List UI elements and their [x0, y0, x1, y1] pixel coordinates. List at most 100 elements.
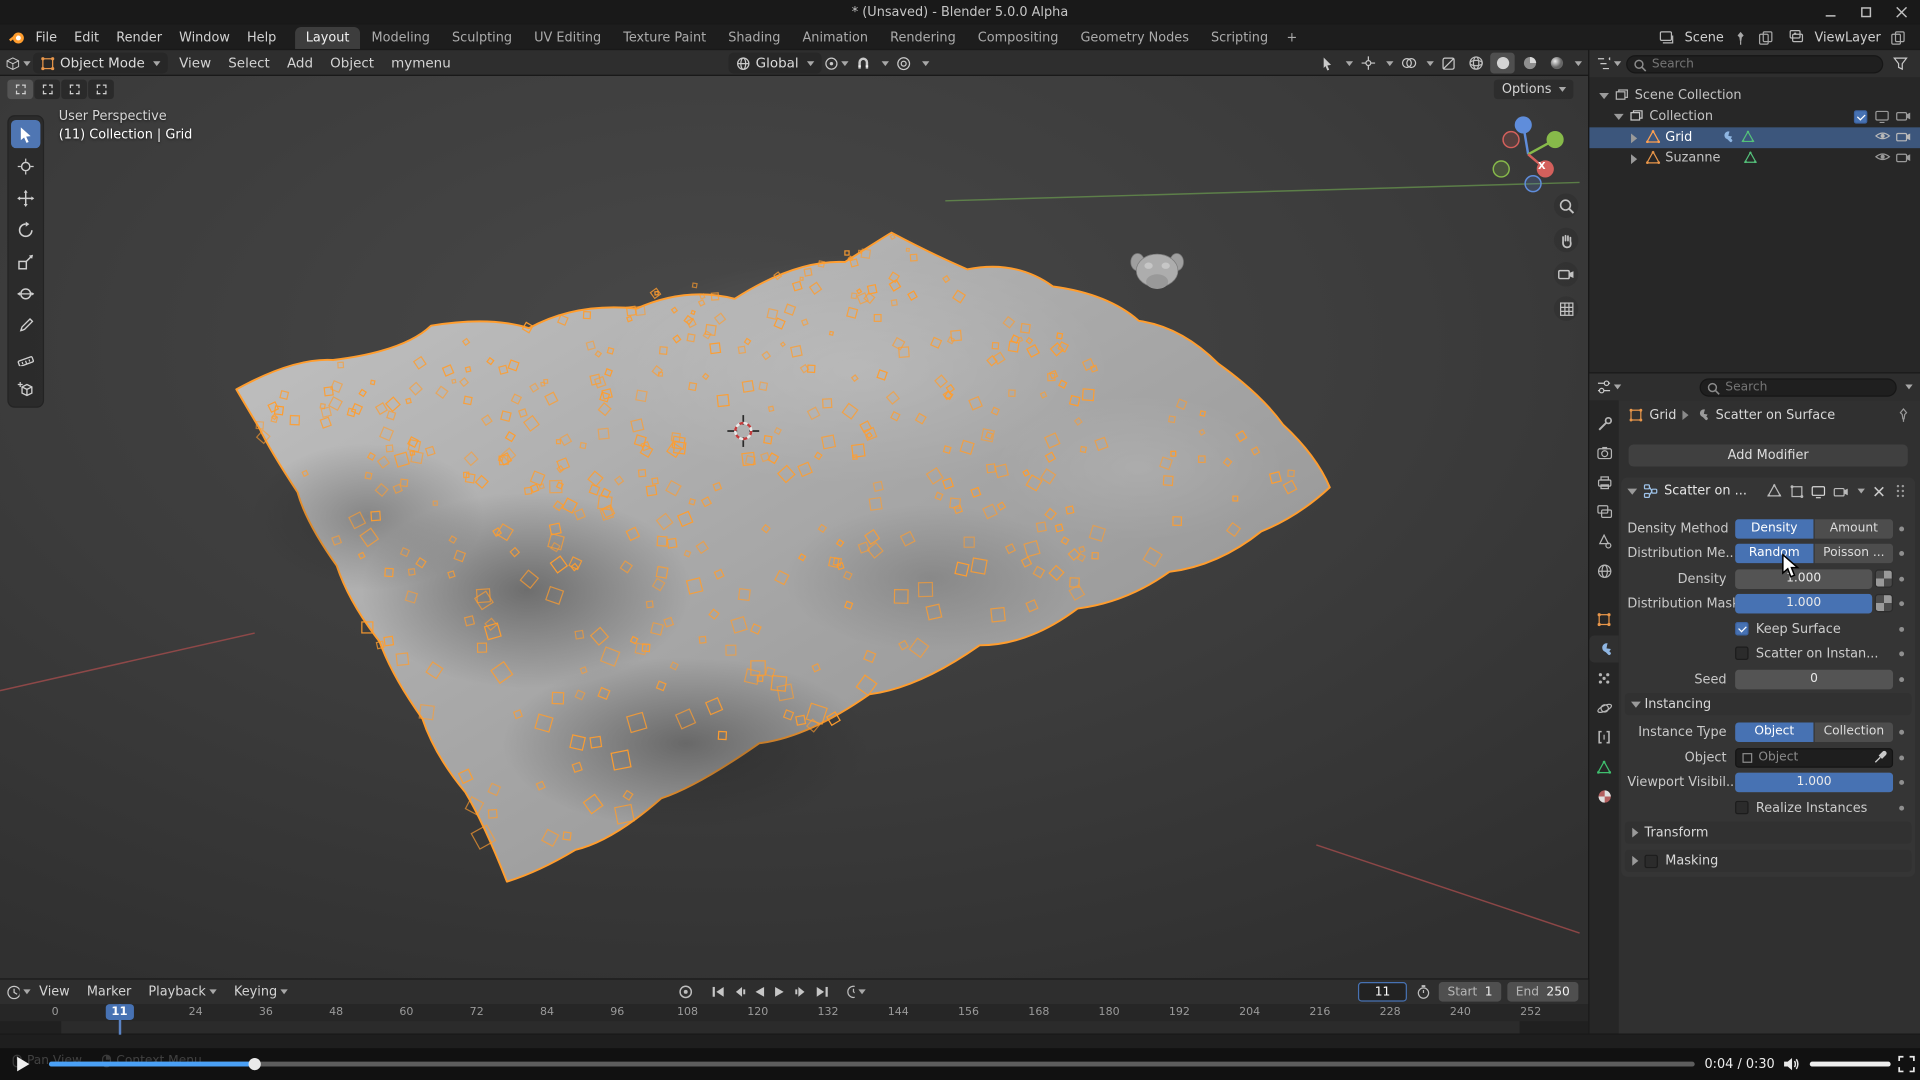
density-texture-button[interactable] [1875, 569, 1893, 587]
breadcrumb-object[interactable]: Grid [1649, 408, 1676, 423]
animate-dot[interactable] [1893, 755, 1909, 760]
player-fullscreen-button[interactable] [1898, 1056, 1915, 1077]
gizmo-z-axis[interactable] [1515, 116, 1532, 133]
gizmo-z-negative[interactable] [1525, 176, 1541, 192]
animate-dot[interactable] [1893, 601, 1909, 606]
disable-render-icon[interactable] [1896, 130, 1912, 143]
tab-object[interactable] [1589, 606, 1618, 633]
new-scene-icon[interactable] [1756, 28, 1776, 48]
outliner-row-grid[interactable]: Grid [1589, 127, 1920, 148]
tab-view-layer[interactable] [1589, 498, 1618, 525]
tab-object-data[interactable] [1589, 753, 1618, 780]
modifier-realtime-toggle[interactable] [1810, 482, 1827, 499]
eyedropper-icon[interactable] [1873, 751, 1886, 764]
gizmo-y-axis[interactable] [1547, 131, 1564, 148]
modifier-drag-handle[interactable] [1892, 482, 1909, 499]
expand-icon[interactable] [1631, 133, 1637, 143]
viewport-zoom-button[interactable] [1554, 193, 1578, 217]
realize-instances-checkbox[interactable] [1735, 801, 1748, 814]
menu-edit[interactable]: Edit [66, 28, 108, 48]
masking-section-header[interactable]: Masking [1625, 850, 1912, 872]
snap-menu-chevron[interactable] [882, 61, 889, 66]
distribution-method-option-poisson[interactable]: Poisson ... [1815, 543, 1893, 563]
player-volume-button[interactable] [1783, 1056, 1801, 1077]
tool-transform[interactable] [11, 279, 40, 307]
outliner-row-suzanne[interactable]: Suzanne [1589, 148, 1920, 169]
select-mode-set-button[interactable] [7, 80, 33, 100]
workspace-tab-animation[interactable]: Animation [791, 27, 879, 50]
transform-section-header[interactable]: Transform [1625, 822, 1912, 844]
tool-move[interactable] [11, 184, 40, 212]
player-progress-knob[interactable] [249, 1058, 261, 1070]
next-keyframe-button[interactable] [791, 982, 811, 1002]
new-view-layer-icon[interactable] [1888, 28, 1908, 48]
maximize-button[interactable] [1849, 1, 1882, 23]
workspace-tab-uv-editing[interactable]: UV Editing [523, 27, 612, 50]
menu-file[interactable]: File [27, 28, 66, 48]
tab-scene[interactable] [1589, 528, 1618, 555]
player-play-button[interactable] [7, 1052, 39, 1076]
pin-scene-icon[interactable] [1731, 28, 1751, 48]
properties-search-input[interactable] [1700, 378, 1897, 396]
collection-exclude-checkbox[interactable] [1854, 110, 1867, 123]
distribution-mask-texture-button[interactable] [1875, 594, 1893, 612]
hide-eye-icon[interactable] [1875, 151, 1891, 163]
modifier-delete-button[interactable] [1870, 482, 1887, 499]
tab-constraints[interactable] [1589, 724, 1618, 751]
timeline-track-area[interactable] [0, 1021, 1588, 1034]
add-modifier-button[interactable]: Add Modifier [1629, 444, 1908, 466]
pivot-point-dropdown[interactable] [824, 53, 848, 74]
animate-dot[interactable] [1893, 576, 1909, 581]
viewport-menu-view[interactable]: View [171, 53, 220, 74]
viewport-perspective-button[interactable] [1554, 296, 1578, 320]
auto-keying-toggle[interactable] [676, 982, 696, 1002]
keep-surface-checkbox[interactable] [1735, 622, 1748, 635]
player-progress-bar[interactable] [49, 1062, 1695, 1067]
menu-help[interactable]: Help [238, 28, 284, 48]
tab-tool[interactable] [1589, 410, 1618, 437]
selectability-dropdown[interactable] [1315, 53, 1339, 74]
select-mode-subtract-button[interactable] [61, 80, 87, 100]
outliner-editor-type-button[interactable] [1597, 53, 1621, 74]
outliner-filter-button[interactable] [1888, 53, 1912, 74]
properties-editor-type-button[interactable] [1597, 377, 1621, 398]
scene-browse-icon[interactable] [1658, 28, 1678, 48]
properties-filter-chevron[interactable] [1905, 384, 1912, 389]
tool-annotate[interactable] [11, 311, 40, 339]
tool-add-cube[interactable] [11, 375, 40, 403]
start-frame-field[interactable]: Start1 [1439, 982, 1501, 1002]
shading-solid-button[interactable] [1490, 53, 1514, 74]
current-frame-field[interactable]: 11 [1358, 982, 1407, 1002]
distribution-mask-slider[interactable]: 1.000 [1735, 593, 1872, 613]
tool-cursor[interactable] [11, 152, 40, 180]
tab-physics[interactable] [1589, 694, 1618, 721]
chevron-down-icon[interactable] [1427, 61, 1434, 66]
blender-logo-icon[interactable] [7, 28, 27, 48]
animate-dot[interactable] [1893, 779, 1909, 784]
timeline-editor-type-button[interactable] [6, 981, 30, 1002]
jump-to-start-button[interactable] [708, 982, 728, 1002]
expand-icon[interactable] [1614, 114, 1624, 120]
play-reverse-button[interactable] [749, 982, 769, 1002]
xray-toggle[interactable] [1436, 53, 1460, 74]
jump-to-end-button[interactable] [812, 982, 832, 1002]
gizmos-toggle[interactable] [1356, 53, 1380, 74]
tool-measure[interactable] [11, 343, 40, 371]
tab-particles[interactable] [1589, 665, 1618, 692]
breadcrumb-modifier[interactable]: Scatter on Surface [1716, 408, 1836, 423]
viewport-visibility-slider[interactable]: 1.000 [1735, 772, 1893, 792]
proportional-editing-toggle[interactable] [892, 53, 916, 74]
modifier-edit-mode-toggle[interactable] [1788, 482, 1805, 499]
modifier-node-tree-icon[interactable] [1766, 482, 1783, 499]
workspace-tab-modeling[interactable]: Modeling [360, 27, 441, 50]
overlays-toggle[interactable] [1396, 53, 1420, 74]
end-frame-field[interactable]: End250 [1507, 982, 1578, 1002]
animate-dot[interactable] [1893, 550, 1909, 555]
outliner-row-scene-collection[interactable]: Scene Collection [1589, 86, 1920, 107]
animate-dot[interactable] [1893, 651, 1909, 656]
pin-icon[interactable] [1897, 408, 1910, 423]
viewport-canvas[interactable] [0, 76, 1588, 980]
view-layer-icon[interactable] [1788, 28, 1808, 48]
workspace-tab-layout[interactable]: Layout [295, 27, 361, 50]
tool-select-box[interactable] [11, 120, 40, 148]
